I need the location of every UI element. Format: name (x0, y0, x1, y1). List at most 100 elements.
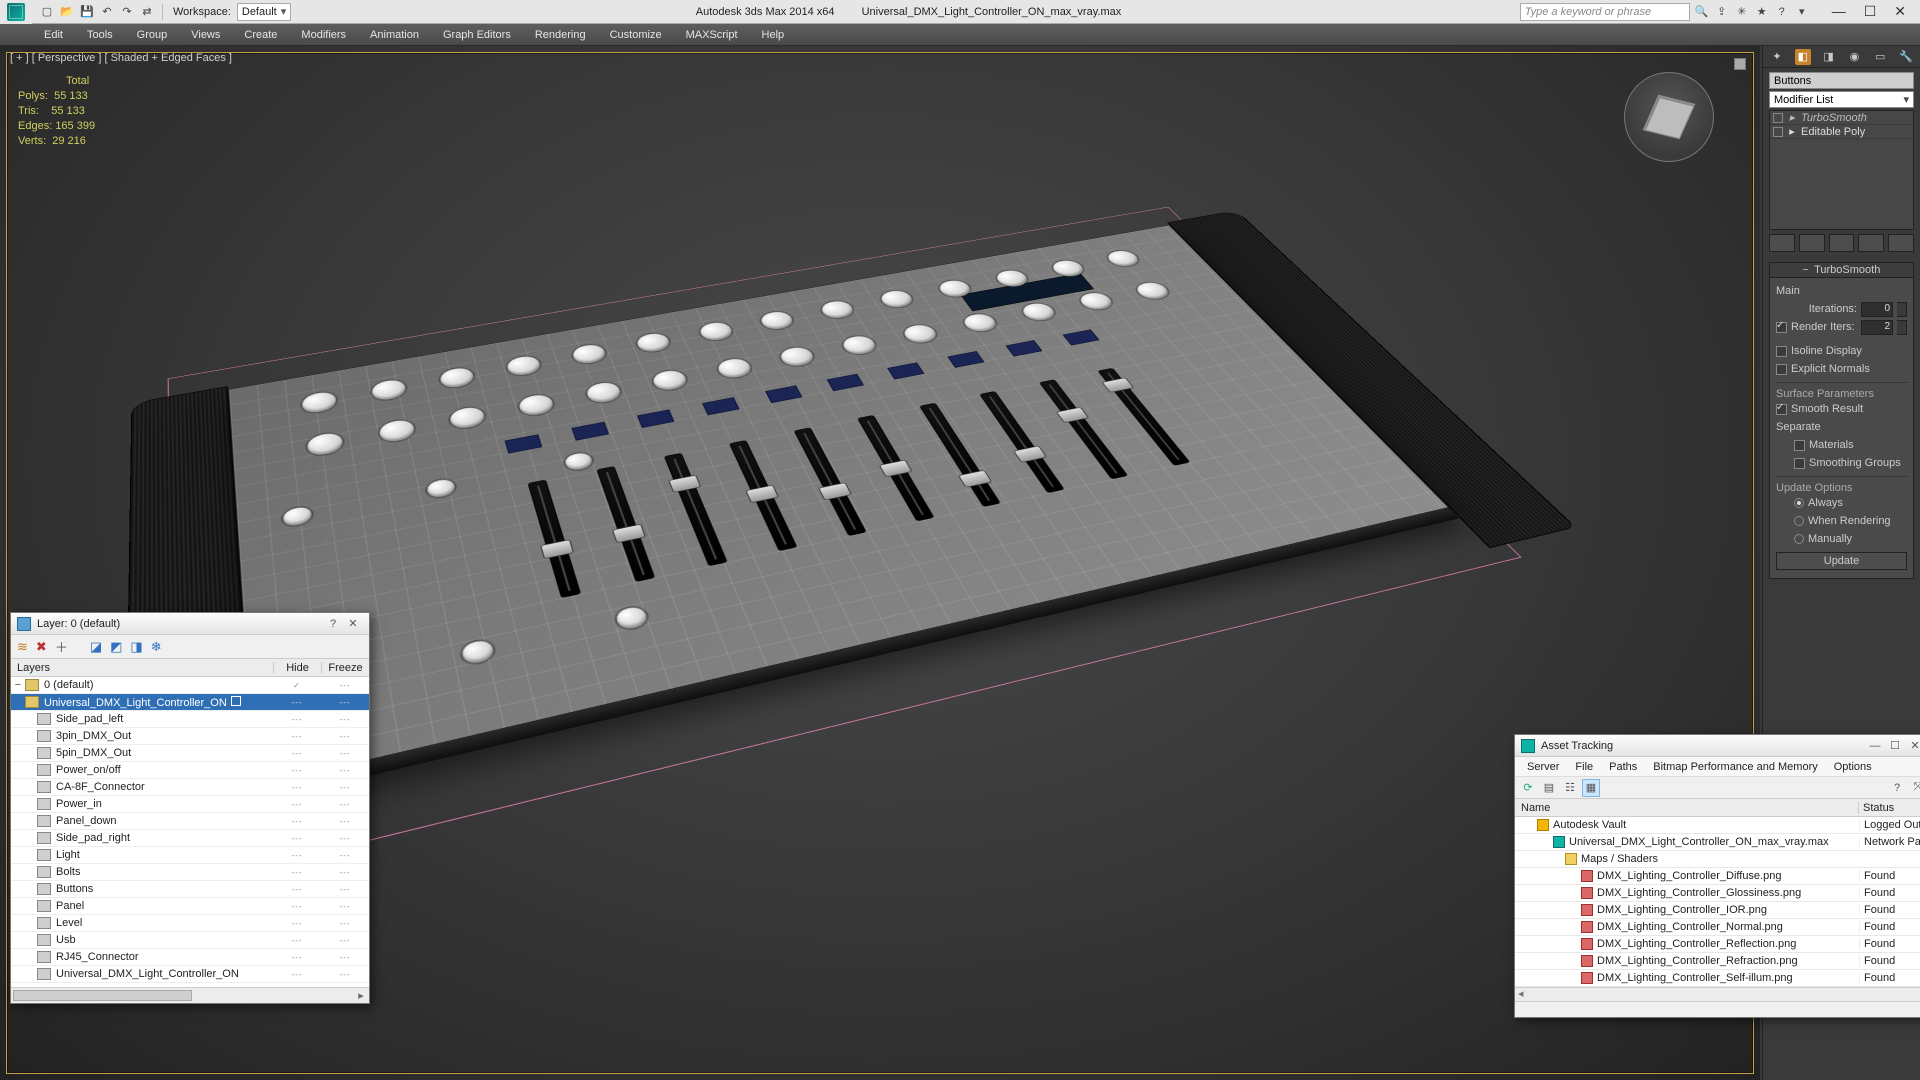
asset-dialog-maximize-button[interactable]: ☐ (1885, 739, 1905, 752)
asset-row[interactable]: DMX_Lighting_Controller_Refraction.pngFo… (1515, 953, 1920, 970)
search-input[interactable]: Type a keyword or phrase (1520, 3, 1690, 21)
render-iters-spinner[interactable]: 2 (1861, 320, 1893, 335)
col-asset-name[interactable]: Name (1515, 802, 1859, 814)
display-tab-icon[interactable]: ▭ (1872, 49, 1888, 65)
hide-unhide-icon[interactable]: ◨ (130, 639, 142, 655)
stack-item[interactable]: ▸Editable Poly (1770, 125, 1913, 139)
layer-row[interactable]: Power_in------ (11, 796, 369, 813)
layer-row[interactable]: Panel_down------ (11, 813, 369, 830)
layer-row[interactable]: −Universal_DMX_Light_Controller_ON------ (11, 694, 369, 711)
modifier-stack[interactable]: ▸TurboSmooth▸Editable Poly (1769, 110, 1914, 230)
asset-dialog-close-button[interactable]: ✕ (1905, 739, 1920, 752)
layer-row[interactable]: RJ45_Connector------ (11, 949, 369, 966)
add-to-layer-icon[interactable]: ＋ (55, 637, 68, 656)
when-rendering-radio[interactable] (1794, 516, 1804, 526)
workspace-selector[interactable]: Default (237, 3, 291, 21)
asset-row[interactable]: Maps / Shaders (1515, 851, 1920, 868)
status-log-icon[interactable]: ▤ (1540, 779, 1558, 797)
layer-row[interactable]: Universal_DMX_Light_Controller_ON------ (11, 966, 369, 983)
asset-row[interactable]: Universal_DMX_Light_Controller_ON_max_vr… (1515, 834, 1920, 851)
new-icon[interactable]: ▢ (38, 3, 56, 21)
menu-modifiers[interactable]: Modifiers (289, 24, 358, 45)
col-layers[interactable]: Layers (11, 662, 273, 674)
always-radio[interactable] (1794, 498, 1804, 508)
menu-group[interactable]: Group (125, 24, 180, 45)
close-button[interactable]: ✕ (1894, 3, 1906, 20)
asset-menu-file[interactable]: File (1569, 761, 1599, 773)
search-icon[interactable]: 🔍 (1694, 4, 1710, 20)
layer-row[interactable]: Level------ (11, 915, 369, 932)
save-icon[interactable]: 💾 (78, 3, 96, 21)
viewport-label[interactable]: [ + ] [ Perspective ] [ Shaded + Edged F… (10, 52, 232, 64)
smoothing-groups-checkbox[interactable] (1794, 458, 1805, 469)
menu-help[interactable]: Help (750, 24, 797, 45)
favorites-icon[interactable]: ★ (1754, 4, 1770, 20)
asset-row[interactable]: DMX_Lighting_Controller_Normal.pngFound (1515, 919, 1920, 936)
update-button[interactable]: Update (1776, 552, 1907, 570)
render-iters-checkbox[interactable] (1776, 322, 1787, 333)
utilities-tab-icon[interactable]: 🔧 (1898, 49, 1914, 65)
freeze-unfreeze-icon[interactable]: ❄ (151, 639, 162, 655)
col-asset-status[interactable]: Status (1859, 802, 1920, 814)
asset-menu-options[interactable]: Options (1828, 761, 1878, 773)
viewcube-home-icon[interactable] (1734, 58, 1746, 70)
asset-menu-server[interactable]: Server (1521, 761, 1565, 773)
layer-row[interactable]: Panel------ (11, 898, 369, 915)
menu-rendering[interactable]: Rendering (523, 24, 598, 45)
new-layer-icon[interactable]: ≋ (17, 639, 28, 655)
modifier-list-dropdown[interactable]: Modifier List (1769, 91, 1914, 108)
manually-radio[interactable] (1794, 534, 1804, 544)
menu-graph-editors[interactable]: Graph Editors (431, 24, 523, 45)
layer-row[interactable]: −0 (default)✓--- (11, 677, 369, 694)
help-icon[interactable]: ? (1774, 4, 1790, 20)
highlight-selected-icon[interactable]: ◩ (110, 639, 122, 655)
layer-list[interactable]: −0 (default)✓---−Universal_DMX_Light_Con… (11, 677, 369, 987)
menu-animation[interactable]: Animation (358, 24, 431, 45)
layer-row[interactable]: Buttons------ (11, 881, 369, 898)
create-tab-icon[interactable]: ✦ (1769, 49, 1785, 65)
link-icon[interactable]: ⇄ (138, 3, 156, 21)
asset-row[interactable]: DMX_Lighting_Controller_Reflection.pngFo… (1515, 936, 1920, 953)
layer-row[interactable]: Light------ (11, 847, 369, 864)
stack-visibility-icon[interactable] (1773, 113, 1783, 123)
materials-checkbox[interactable] (1794, 440, 1805, 451)
asset-list[interactable]: Autodesk VaultLogged OutUniversal_DMX_Li… (1515, 817, 1920, 987)
asset-row[interactable]: DMX_Lighting_Controller_Diffuse.pngFound (1515, 868, 1920, 885)
asset-dialog-titlebar[interactable]: Asset Tracking — ☐ ✕ (1515, 735, 1920, 757)
make-unique-icon[interactable] (1829, 234, 1855, 252)
modify-tab-icon[interactable]: ◧ (1795, 49, 1811, 65)
menu-create[interactable]: Create (232, 24, 289, 45)
motion-tab-icon[interactable]: ◉ (1846, 49, 1862, 65)
stack-item[interactable]: ▸TurboSmooth (1770, 111, 1913, 125)
col-freeze[interactable]: Freeze (321, 662, 369, 674)
layer-row[interactable]: Side_pad_right------ (11, 830, 369, 847)
open-icon[interactable]: 📂 (58, 3, 76, 21)
asset-tracking-dialog[interactable]: Asset Tracking — ☐ ✕ Server File Paths Bitm… (1514, 734, 1920, 1018)
asset-menu-bitmap-performance-and-memory[interactable]: Bitmap Performance and Memory (1647, 761, 1823, 773)
explicit-normals-checkbox[interactable] (1776, 364, 1787, 375)
tree-view-icon[interactable]: ☷ (1561, 779, 1579, 797)
hierarchy-tab-icon[interactable]: ◨ (1821, 49, 1837, 65)
asset-menu-paths[interactable]: Paths (1603, 761, 1643, 773)
layer-dialog-titlebar[interactable]: Layer: 0 (default) ? ✕ (11, 613, 369, 635)
table-view-icon[interactable]: ▦ (1582, 779, 1600, 797)
refresh-icon[interactable]: ⟳ (1519, 779, 1537, 797)
turbosmooth-rollout-header[interactable]: − TurboSmooth (1769, 262, 1914, 278)
menu-edit[interactable]: Edit (32, 24, 75, 45)
asset-help-icon[interactable]: ? (1888, 779, 1906, 797)
asset-row[interactable]: DMX_Lighting_Controller_IOR.pngFound (1515, 902, 1920, 919)
undo-icon[interactable]: ↶ (98, 3, 116, 21)
layer-row[interactable]: CA-8F_Connector------ (11, 779, 369, 796)
show-end-result-icon[interactable] (1799, 234, 1825, 252)
maximize-button[interactable]: ☐ (1864, 3, 1877, 20)
object-name-field[interactable]: Buttons (1769, 72, 1914, 89)
layer-dialog-help-button[interactable]: ? (323, 618, 343, 630)
layer-horizontal-scrollbar[interactable]: ◂▸ (11, 987, 369, 1003)
asset-row[interactable]: DMX_Lighting_Controller_Self-illum.pngFo… (1515, 970, 1920, 987)
layer-row[interactable]: Usb------ (11, 932, 369, 949)
layer-row[interactable]: Side_pad_left------ (11, 711, 369, 728)
delete-layer-icon[interactable]: ✖ (36, 639, 47, 655)
minimize-button[interactable]: — (1832, 3, 1846, 20)
layer-row[interactable]: 5pin_DMX_Out------ (11, 745, 369, 762)
configure-sets-icon[interactable] (1888, 234, 1914, 252)
